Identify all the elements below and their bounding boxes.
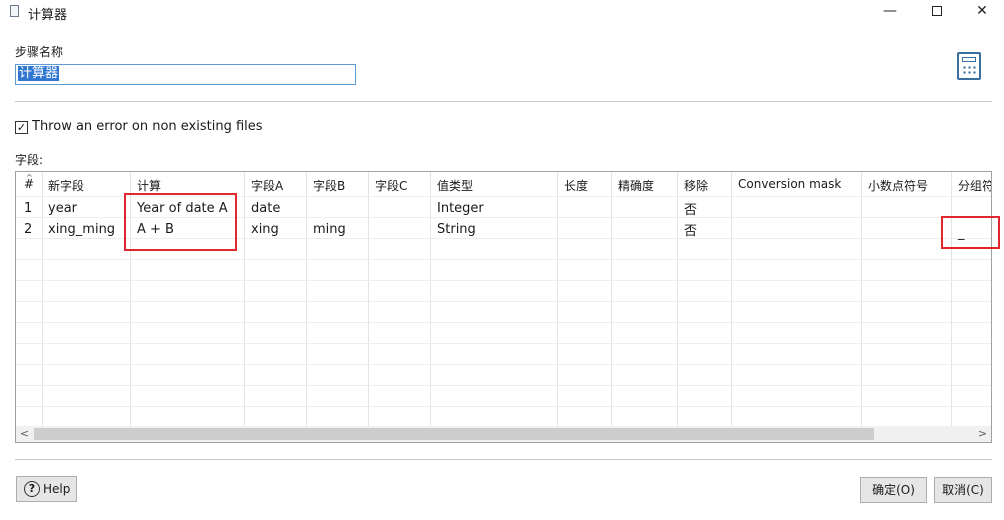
calculator-screen [962, 57, 976, 62]
column-divider [951, 172, 952, 426]
step-name-label: 步骤名称 [15, 45, 64, 59]
value-type-cell[interactable]: Integer [437, 201, 484, 216]
field-a-cell[interactable]: xing [251, 222, 279, 237]
row-divider [16, 364, 991, 365]
header-remove[interactable]: 移除 [684, 177, 708, 194]
scroll-left-icon[interactable]: < [16, 426, 33, 442]
header-field-b[interactable]: 字段B [313, 177, 345, 194]
scroll-right-icon[interactable]: > [974, 426, 991, 442]
column-divider [430, 172, 431, 426]
row-divider [16, 406, 991, 407]
value-type-cell[interactable]: String [437, 222, 476, 237]
remove-cell[interactable]: 否 [684, 199, 697, 218]
divider [15, 459, 992, 460]
fields-label: 字段: [15, 153, 44, 167]
step-name-value: 计算器 [18, 66, 60, 81]
calculator-keys [962, 65, 977, 75]
row-divider [16, 322, 991, 323]
help-icon: ? [24, 481, 40, 497]
column-divider [557, 172, 558, 426]
field-b-cell[interactable]: ming [313, 222, 346, 237]
remove-cell[interactable]: 否 [684, 220, 697, 239]
header-value-type[interactable]: 值类型 [437, 177, 473, 194]
maximize-icon [932, 6, 942, 16]
ok-button[interactable]: 确定(O) [860, 477, 927, 503]
throw-error-checkbox[interactable]: ✓ [15, 121, 28, 134]
row-index: 1 [24, 201, 33, 216]
calculation-highlight-box [124, 193, 237, 251]
minimize-button[interactable]: — [868, 0, 912, 24]
close-button[interactable]: ✕ [960, 0, 1004, 24]
column-divider [611, 172, 612, 426]
header-precision[interactable]: 精确度 [618, 177, 654, 194]
column-divider [677, 172, 678, 426]
cancel-button[interactable]: 取消(C) [934, 477, 992, 503]
column-divider [731, 172, 732, 426]
header-field-c[interactable]: 字段C [375, 177, 407, 194]
new-field-cell[interactable]: year [48, 201, 77, 216]
app-icon [10, 5, 19, 17]
header-calculation[interactable]: 计算 [137, 177, 161, 194]
title-bar: 计算器 — ✕ [0, 0, 1004, 24]
new-field-cell[interactable]: xing_ming [48, 222, 115, 237]
column-divider [861, 172, 862, 426]
header-conversion-mask[interactable]: Conversion mask [738, 177, 841, 191]
row-divider [16, 280, 991, 281]
header-grouping-symbol[interactable]: 分组符 [958, 177, 991, 194]
horizontal-scrollbar[interactable]: < > [16, 426, 991, 442]
help-button[interactable]: ? Help [16, 476, 77, 502]
field-a-cell[interactable]: date [251, 201, 280, 216]
divider [15, 101, 992, 102]
window-title: 计算器 [28, 8, 68, 23]
grouping-highlight-box [941, 216, 1000, 249]
header-length[interactable]: 长度 [564, 177, 588, 194]
column-divider [244, 172, 245, 426]
calculator-icon [957, 52, 981, 80]
column-divider [368, 172, 369, 426]
row-divider [16, 343, 991, 344]
row-divider [16, 301, 991, 302]
row-index: 2 [24, 222, 33, 237]
row-divider [16, 259, 991, 260]
header-field-a[interactable]: 字段A [251, 177, 283, 194]
scrollbar-thumb[interactable] [34, 428, 874, 440]
header-new-field[interactable]: 新字段 [48, 177, 84, 194]
row-divider [16, 385, 991, 386]
column-divider [42, 172, 43, 426]
column-divider [306, 172, 307, 426]
maximize-button[interactable] [915, 0, 959, 24]
step-name-input[interactable]: 计算器 [15, 64, 356, 85]
header-decimal-symbol[interactable]: 小数点符号 [868, 177, 928, 194]
header-index[interactable]: # [24, 177, 34, 191]
throw-error-label: Throw an error on non existing files [32, 119, 263, 134]
help-label: Help [43, 482, 71, 496]
